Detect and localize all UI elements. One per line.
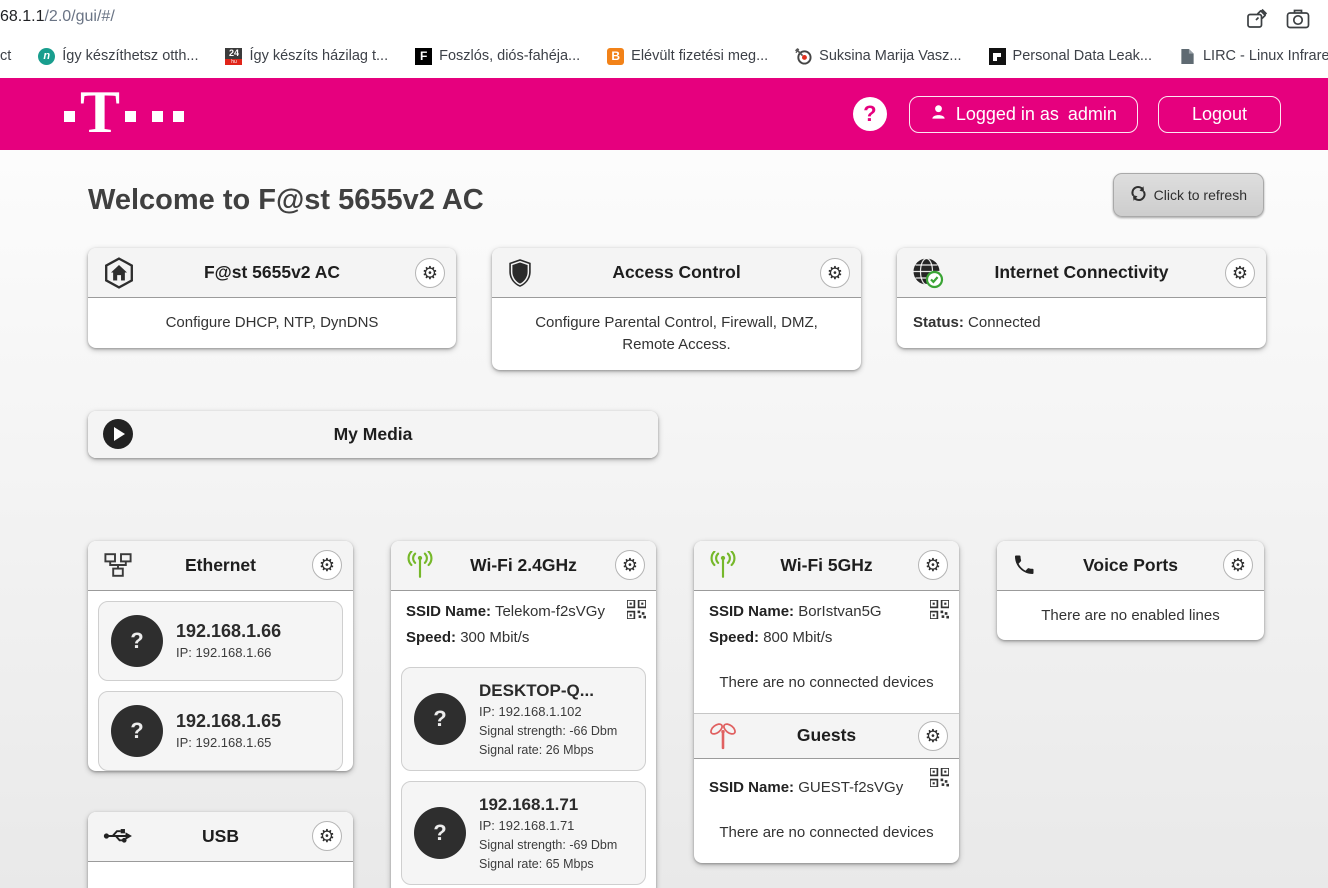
access-control-card-body: Configure Parental Control, Firewall, DM… [492, 298, 861, 370]
access-control-card: Access Control ⚙ Configure Parental Cont… [492, 248, 861, 370]
bookmark-item[interactable]: 24hu Így készíts házilag t... [225, 48, 388, 65]
url-path: /2.0/gui/#/ [44, 8, 114, 25]
bookmark-item[interactable]: Suksina Marija Vasz... [795, 48, 961, 65]
url-text[interactable]: 68.1.1/2.0/gui/#/ [0, 8, 115, 26]
main-content: Welcome to F@st 5655v2 AC Click to refre… [0, 150, 1328, 888]
logout-button[interactable]: Logout [1158, 96, 1281, 133]
wifi-5ghz-ssid: BorIstvan5G [798, 603, 881, 620]
bookmark-item[interactable]: F Foszlós, diós-fahéja... [415, 48, 580, 65]
refresh-button[interactable]: Click to refresh [1113, 173, 1264, 217]
qr-code-icon[interactable] [627, 600, 646, 624]
unknown-device-avatar: ? [414, 693, 466, 745]
voice-empty-message: There are no enabled lines [997, 591, 1264, 641]
guests-settings-gear-icon[interactable]: ⚙ [918, 721, 948, 751]
wifi-24ghz-speed: 300 Mbit/s [460, 629, 529, 646]
ethernet-network-icon [103, 553, 133, 577]
router-hexagon-home-icon [103, 257, 135, 289]
pin-page-icon[interactable] [1246, 8, 1268, 30]
router-card-header[interactable]: F@st 5655v2 AC ⚙ [88, 248, 456, 298]
telekom-logo: T [64, 86, 184, 142]
usb-settings-gear-icon[interactable]: ⚙ [312, 821, 342, 851]
usb-card-body [88, 862, 353, 888]
status-value: Connected [968, 314, 1041, 331]
router-card: F@st 5655v2 AC ⚙ Configure DHCP, NTP, Dy… [88, 248, 456, 348]
wifi-24ghz-settings-gear-icon[interactable]: ⚙ [615, 550, 645, 580]
browser-address-bar: 68.1.1/2.0/gui/#/ [0, 0, 1328, 38]
my-media-card-header[interactable]: My Media [88, 411, 658, 458]
url-host: 68.1.1 [0, 8, 44, 25]
voice-settings-gear-icon[interactable]: ⚙ [1223, 550, 1253, 580]
bookmark-item[interactable]: LIRC - Linux Infrare... [1179, 48, 1328, 65]
unknown-device-avatar: ? [414, 807, 466, 859]
router-settings-gear-icon[interactable]: ⚙ [415, 258, 445, 288]
guests-empty-message: There are no connected devices [694, 807, 959, 863]
ethernet-card-header[interactable]: Ethernet ⚙ [88, 541, 353, 591]
bookmark-item[interactable]: Personal Data Leak... [989, 48, 1152, 65]
usb-card: USB ⚙ [88, 812, 353, 888]
nosalty-favicon: n [38, 48, 55, 65]
logged-in-button[interactable]: Logged in as admin [909, 96, 1138, 133]
play-icon [103, 419, 133, 449]
wifi-5ghz-card-header[interactable]: Wi-Fi 5GHz ⚙ [694, 541, 959, 591]
access-control-settings-gear-icon[interactable]: ⚙ [820, 258, 850, 288]
document-favicon [1179, 48, 1196, 65]
usb-icon [103, 826, 133, 846]
shield-icon [507, 258, 533, 288]
bookmarks-bar: ct n Így készíthetsz otth... 24hu Így ké… [0, 38, 1328, 78]
status-label: Status: [913, 314, 964, 331]
guests-section-header[interactable]: Guests ⚙ [694, 713, 959, 759]
my-media-card: My Media [88, 411, 658, 458]
internet-connectivity-card: Internet Connectivity ⚙ Status: Connecte… [897, 248, 1266, 348]
refresh-icon [1130, 185, 1147, 205]
wifi-device-row[interactable]: ? 192.168.1.71 IP: 192.168.1.71 Signal s… [401, 781, 646, 885]
wifi-5ghz-speed: 800 Mbit/s [763, 629, 832, 646]
ethernet-device-row[interactable]: ? 192.168.1.65 IP: 192.168.1.65 [98, 691, 343, 771]
wifi-device-row[interactable]: ? DESKTOP-Q... IP: 192.168.1.102 Signal … [401, 667, 646, 771]
wifi-5ghz-card: Wi-Fi 5GHz ⚙ SSID Name: BorIstvan5G Spee… [694, 541, 959, 863]
bookmark-item[interactable]: n Így készíthetsz otth... [38, 48, 198, 65]
internet-connectivity-card-header[interactable]: Internet Connectivity ⚙ [897, 248, 1266, 298]
internet-settings-gear-icon[interactable]: ⚙ [1225, 258, 1255, 288]
wifi-24ghz-ssid: Telekom-f2sVGy [495, 603, 605, 620]
bookmark-item[interactable]: ct [0, 48, 11, 64]
wifi-5ghz-settings-gear-icon[interactable]: ⚙ [918, 550, 948, 580]
ethernet-device-row[interactable]: ? 192.168.1.66 IP: 192.168.1.66 [98, 601, 343, 681]
app-header: T ? Logged in as admin Logout [0, 78, 1328, 150]
qr-code-icon[interactable] [930, 600, 949, 624]
voice-ports-card-header[interactable]: Voice Ports ⚙ [997, 541, 1264, 591]
access-control-card-header[interactable]: Access Control ⚙ [492, 248, 861, 298]
b-favicon: B [607, 48, 624, 65]
ethernet-card: Ethernet ⚙ ? 192.168.1.66 IP: 192.168.1.… [88, 541, 353, 771]
dartboard-favicon [795, 48, 812, 65]
usb-card-header[interactable]: USB ⚙ [88, 812, 353, 862]
camera-screenshot-icon[interactable] [1286, 8, 1310, 30]
phone-icon [1012, 553, 1036, 577]
page-title: Welcome to F@st 5655v2 AC [88, 184, 484, 217]
wifi-24ghz-card: Wi-Fi 2.4GHz ⚙ SSID Name: Telekom-f2sVGy… [391, 541, 656, 888]
unknown-device-avatar: ? [111, 705, 163, 757]
wifi-antenna-icon [709, 551, 737, 579]
f-favicon: F [415, 48, 432, 65]
globe-connected-icon [912, 257, 944, 289]
voice-ports-card: Voice Ports ⚙ There are no enabled lines [997, 541, 1264, 641]
wifi-antenna-icon [406, 551, 434, 579]
bookmark-item[interactable]: B Elévült fizetési meg... [607, 48, 768, 65]
ethernet-settings-gear-icon[interactable]: ⚙ [312, 550, 342, 580]
wifi-24ghz-card-header[interactable]: Wi-Fi 2.4GHz ⚙ [391, 541, 656, 591]
help-icon[interactable]: ? [853, 97, 887, 131]
24hu-favicon: 24hu [225, 48, 242, 65]
unknown-device-avatar: ? [111, 615, 163, 667]
logged-in-username: admin [1068, 104, 1117, 125]
guest-ssid: GUEST-f2sVGy [798, 779, 903, 796]
internet-status: Status: Connected [897, 298, 1266, 348]
wifi-5ghz-empty-message: There are no connected devices [694, 657, 959, 713]
user-icon [930, 103, 947, 126]
router-card-body: Configure DHCP, NTP, DynDNS [88, 298, 456, 348]
guest-antenna-icon [709, 722, 737, 750]
qr-code-icon[interactable] [930, 768, 949, 792]
data-leak-favicon [989, 48, 1006, 65]
